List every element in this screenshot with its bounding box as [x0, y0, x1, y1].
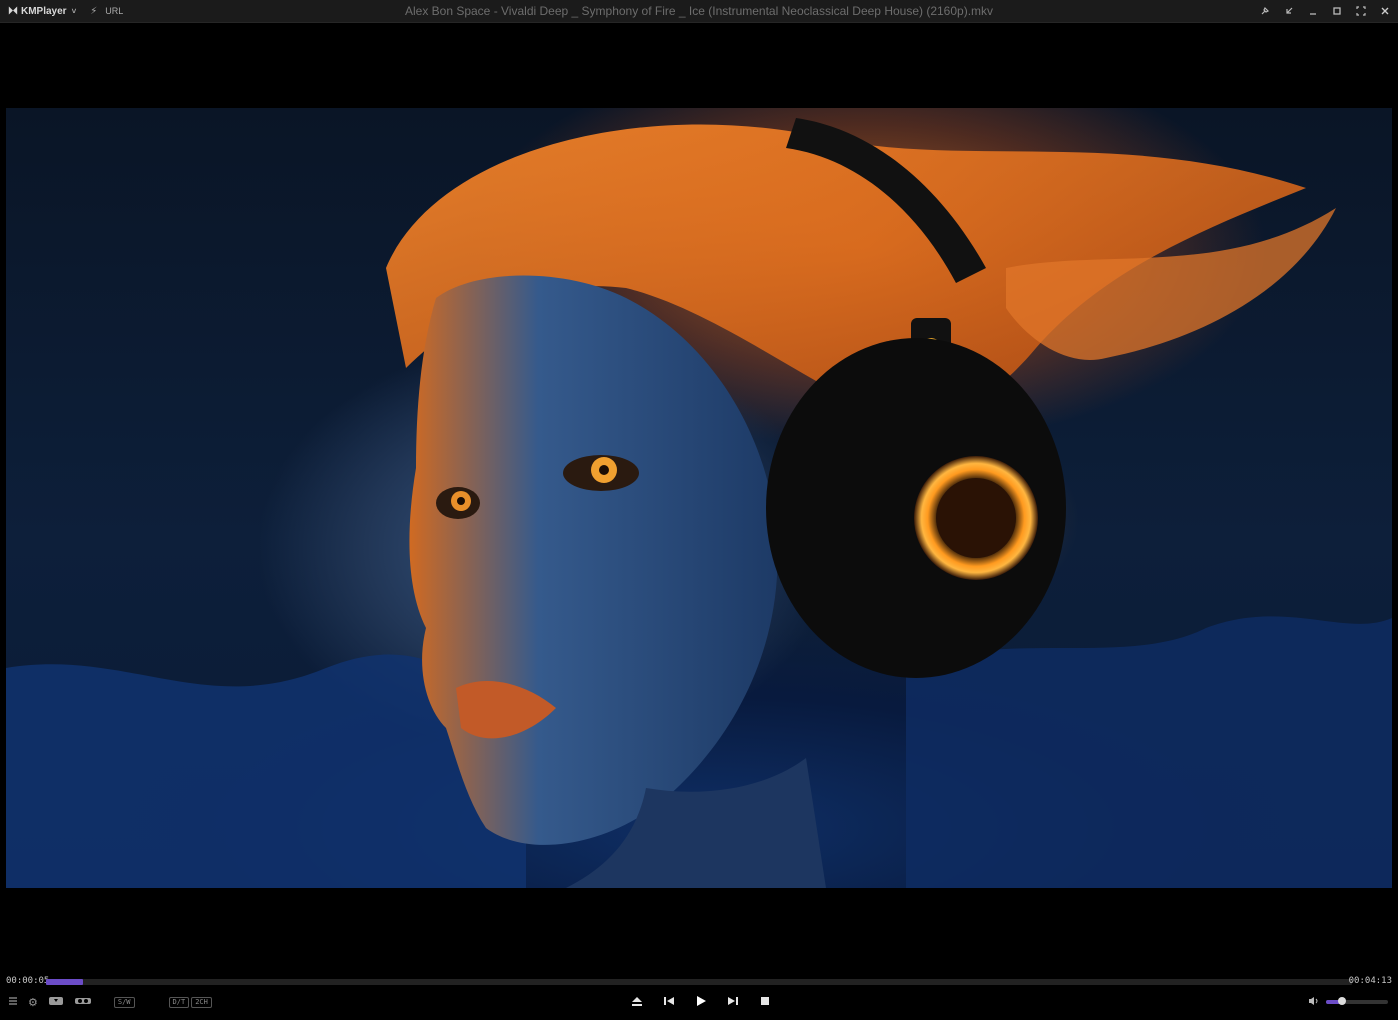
- eject-icon[interactable]: [630, 995, 644, 1010]
- pin-icon[interactable]: [1258, 4, 1272, 18]
- seek-bar[interactable]: [46, 979, 1352, 985]
- close-icon[interactable]: [1378, 4, 1392, 18]
- app-name: KMPlayer: [21, 5, 67, 17]
- playlist-icon[interactable]: [8, 996, 18, 1008]
- kmplayer-menu-button[interactable]: ⏵⏴ KMPlayer ˅: [8, 6, 76, 17]
- settings-gear-icon[interactable]: ⚙: [28, 997, 38, 1008]
- chevron-down-icon: ˅: [71, 6, 77, 16]
- control-bar-left: ⚙ S/W D/T 2CH: [8, 989, 212, 1015]
- current-time: 00:00:05: [6, 976, 50, 986]
- window-title: Alex Bon Space - Vivaldi Deep _ Symphony…: [404, 4, 994, 18]
- lightning-icon[interactable]: ⚡︎: [90, 6, 97, 17]
- audio-chips: D/T 2CH: [168, 996, 212, 1008]
- kmplayer-logo-icon: ⏵⏴: [8, 5, 18, 17]
- total-time: 00:04:13: [1348, 976, 1392, 986]
- stop-icon[interactable]: [758, 995, 772, 1010]
- fullscreen-icon[interactable]: [1354, 4, 1368, 18]
- video-frame-image: [6, 118, 1392, 888]
- dt-toggle[interactable]: D/T: [168, 996, 190, 1008]
- url-button[interactable]: URL: [105, 6, 123, 16]
- volume-controls: [1308, 989, 1388, 1015]
- seek-progress: [46, 979, 83, 985]
- next-icon[interactable]: [726, 995, 740, 1010]
- previous-icon[interactable]: [662, 995, 676, 1010]
- minimize-icon[interactable]: [1306, 4, 1320, 18]
- title-bar-left: ⏵⏴ KMPlayer ˅ ⚡︎ URL: [8, 0, 123, 22]
- play-icon[interactable]: [694, 995, 708, 1010]
- video-frame[interactable]: [6, 108, 1392, 888]
- volume-knob[interactable]: [1337, 997, 1346, 1005]
- title-bar: ⏵⏴ KMPlayer ˅ ⚡︎ URL Alex Bon Space - Vi…: [0, 0, 1398, 23]
- maximize-icon[interactable]: [1330, 4, 1344, 18]
- transport-controls: [630, 989, 772, 1015]
- speaker-icon[interactable]: [1308, 996, 1320, 1008]
- capture-icon[interactable]: [48, 996, 64, 1008]
- control-bar: ⚙ S/W D/T 2CH: [0, 989, 1398, 1020]
- timeline-bar: 00:00:05 00:04:13: [0, 975, 1398, 989]
- vr-goggles-icon[interactable]: [74, 996, 92, 1008]
- volume-slider[interactable]: [1326, 997, 1388, 1005]
- shrink-icon[interactable]: [1282, 4, 1296, 18]
- channel-toggle[interactable]: 2CH: [191, 996, 212, 1008]
- sw-toggle[interactable]: S/W: [113, 996, 135, 1008]
- window-controls: [1258, 0, 1392, 22]
